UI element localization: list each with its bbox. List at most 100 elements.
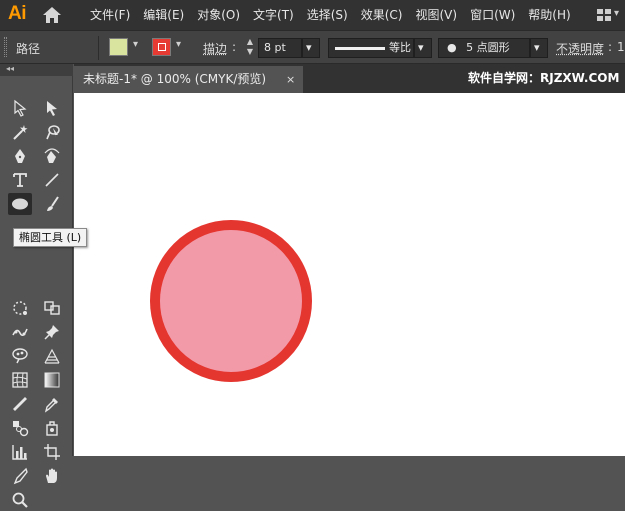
shape-builder-icon — [44, 301, 60, 315]
tools-panel: ◂◂ — [0, 64, 73, 508]
graph-tool[interactable] — [8, 441, 32, 463]
chevron-down-icon[interactable]: ▾ — [176, 39, 181, 50]
stroke-label[interactable]: 描边 — [203, 40, 227, 57]
ellipse-tool[interactable] — [8, 193, 32, 215]
tools-panel-header[interactable]: ◂◂ — [0, 64, 73, 76]
stroke-swatch[interactable] — [152, 38, 171, 56]
blend-tool[interactable] — [8, 417, 32, 439]
selection-tool[interactable] — [8, 97, 32, 119]
curvature-pen-icon — [44, 148, 60, 163]
symbol-sprayer-tool[interactable] — [8, 345, 32, 367]
selection-type-label: 路径 — [16, 42, 41, 56]
mesh-tool[interactable] — [8, 369, 32, 391]
profile-dropdown[interactable]: ▾ — [414, 38, 432, 58]
paintbrush-icon — [47, 196, 59, 211]
chevron-down-icon[interactable]: ▾ — [133, 39, 138, 50]
knife-icon — [13, 467, 28, 485]
symbol-sprayer-icon — [12, 348, 28, 364]
shape-builder-tool[interactable] — [40, 297, 64, 319]
artboard-tool[interactable] — [40, 441, 64, 463]
close-icon[interactable]: × — [286, 66, 295, 93]
measure-tool[interactable] — [40, 393, 64, 415]
menu-window[interactable]: 窗口(W) — [470, 0, 515, 30]
ellipse-icon — [12, 198, 28, 210]
opacity-label[interactable]: 不透明度 — [556, 40, 604, 57]
tool-tooltip: 椭圆工具 (L) — [13, 228, 88, 247]
pen-tool[interactable] — [8, 145, 32, 167]
pin-tool[interactable] — [40, 321, 64, 343]
chevron-down-icon: ▾ — [534, 41, 540, 54]
direct-selection-tool[interactable] — [40, 97, 64, 119]
selection-arrow-icon — [14, 99, 27, 117]
mesh-grid-icon — [12, 372, 28, 388]
menu-type[interactable]: 文字(T) — [253, 0, 294, 30]
artboard-icon — [44, 444, 60, 460]
menu-edit[interactable]: 编辑(E) — [143, 0, 184, 30]
control-bar: 路径 ▾ ▾ 描边 : ▲ ▼ 8 pt ▾ 等比 ▾ ● 5 点圆形 ▾ 不透明… — [0, 30, 625, 64]
puppet-warp-tool[interactable] — [8, 321, 32, 343]
magic-wand-tool[interactable] — [8, 121, 32, 143]
pen-nib-icon — [15, 149, 25, 163]
zoom-magnifier-icon — [12, 492, 28, 508]
colon-label: : — [232, 40, 237, 54]
document-tab-bar: 未标题-1* @ 100% (CMYK/预览) × 软件自学网：RJZXW.CO… — [74, 64, 625, 93]
hand-icon — [46, 468, 57, 483]
workspace-grid-icon[interactable] — [597, 9, 611, 21]
menu-view[interactable]: 视图(V) — [415, 0, 457, 30]
live-paint-bucket-icon — [46, 421, 58, 436]
home-icon[interactable] — [42, 6, 62, 24]
slice-tool[interactable] — [8, 465, 32, 487]
gradient-tool[interactable] — [40, 369, 64, 391]
hand-tool[interactable] — [40, 465, 64, 487]
chevron-down-icon: ▾ — [306, 41, 312, 54]
variable-width-profile[interactable]: 等比 — [328, 38, 414, 58]
collapse-icon[interactable]: ◂◂ — [6, 64, 14, 73]
eyedropper-icon — [44, 398, 58, 413]
pushpin-icon — [44, 325, 59, 340]
type-t-icon — [13, 173, 27, 187]
lasso-tool[interactable] — [40, 121, 64, 143]
chevron-down-icon[interactable]: ▾ — [614, 8, 619, 19]
menu-help[interactable]: 帮助(H) — [528, 0, 570, 30]
brush-definition[interactable]: ● 5 点圆形 — [438, 38, 530, 58]
circle-shape[interactable] — [149, 219, 313, 383]
ruler-icon — [13, 397, 27, 411]
stroke-weight-input[interactable]: 8 pt — [258, 38, 302, 58]
menu-effect[interactable]: 效果(C) — [361, 0, 403, 30]
paintbrush-tool[interactable] — [40, 193, 64, 215]
document-tab-title: 未标题-1* @ 100% (CMYK/预览) — [83, 72, 267, 86]
gradient-icon — [44, 372, 60, 388]
app-logo: Ai — [8, 3, 27, 24]
colon-label: : — [608, 40, 613, 54]
divider — [98, 36, 99, 60]
magic-wand-icon — [13, 125, 28, 140]
menu-file[interactable]: 文件(F) — [90, 0, 130, 30]
profile-label: 等比 — [389, 41, 411, 54]
menu-object[interactable]: 对象(O) — [197, 0, 240, 30]
stroke-weight-stepper[interactable]: ▲ ▼ — [245, 37, 255, 59]
stroke-weight-dropdown[interactable]: ▾ — [302, 38, 320, 58]
brush-dot-icon: ● — [447, 41, 457, 54]
free-transform-icon — [13, 301, 27, 315]
panel-grip-icon[interactable] — [4, 37, 7, 57]
line-sample — [335, 47, 385, 50]
fill-swatch[interactable] — [109, 38, 128, 56]
line-segment-tool[interactable] — [40, 169, 64, 191]
brush-dropdown[interactable]: ▾ — [530, 38, 548, 58]
type-tool[interactable] — [8, 169, 32, 191]
bar-graph-icon — [12, 445, 27, 460]
document-tab[interactable]: 未标题-1* @ 100% (CMYK/预览) × — [74, 66, 303, 93]
curvature-tool[interactable] — [40, 145, 64, 167]
live-paint-tool[interactable] — [40, 417, 64, 439]
lasso-icon — [46, 125, 60, 140]
puppet-warp-icon — [12, 328, 28, 337]
opacity-value[interactable]: 1 — [617, 40, 625, 54]
blend-icon — [13, 421, 29, 437]
menu-bar: Ai 文件(F) 编辑(E) 对象(O) 文字(T) 选择(S) 效果(C) 视… — [0, 0, 625, 30]
eyedropper-tool[interactable] — [8, 393, 32, 415]
column-graph-tool[interactable] — [40, 345, 64, 367]
menu-select[interactable]: 选择(S) — [307, 0, 348, 30]
free-transform-tool[interactable] — [8, 297, 32, 319]
line-segment-icon — [45, 173, 59, 187]
zoom-tool[interactable] — [8, 489, 32, 511]
